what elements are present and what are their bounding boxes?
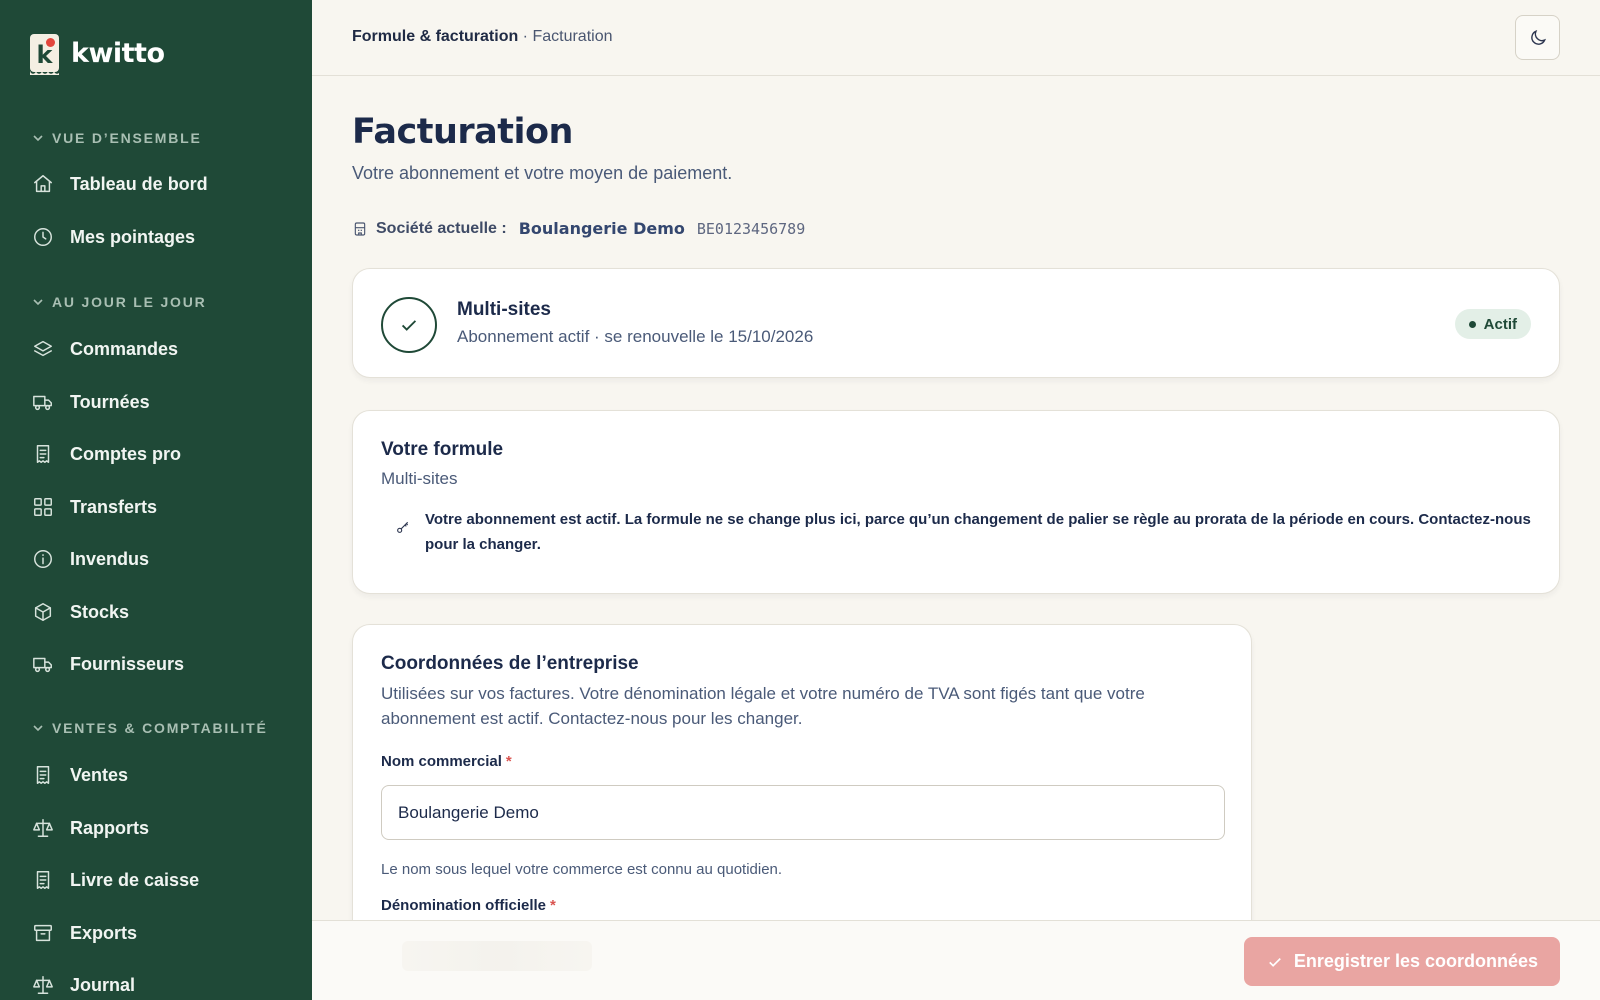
scale-icon bbox=[33, 976, 53, 994]
theme-toggle-button[interactable] bbox=[1515, 15, 1560, 60]
plan-card: Votre formule Multi-sites Votre abonneme… bbox=[352, 410, 1560, 594]
archive-icon bbox=[34, 924, 52, 942]
company-details-title: Coordonnées de l’entreprise bbox=[381, 653, 639, 674]
sidebar-item-tournees[interactable]: Tournées bbox=[32, 391, 150, 413]
save-bar: Enregistrer les coordonnées bbox=[312, 920, 1600, 1000]
status-badge: Actif bbox=[1454, 309, 1531, 339]
truck-icon bbox=[33, 657, 52, 673]
status-dot-icon bbox=[1468, 320, 1476, 328]
clock-icon bbox=[34, 228, 52, 246]
chevron-down-icon bbox=[33, 135, 43, 142]
footer-placeholder bbox=[402, 941, 592, 971]
logo-mark-icon: k bbox=[30, 34, 59, 75]
sidebar-item-mes-pointages[interactable]: Mes pointages bbox=[32, 226, 195, 248]
page-title: Facturation bbox=[352, 112, 573, 152]
check-icon bbox=[1269, 957, 1281, 967]
sidebar-item-invendus[interactable]: Invendus bbox=[32, 548, 149, 570]
sidebar-item-livre-de-caisse[interactable]: Livre de caisse bbox=[32, 869, 199, 891]
trade-name-label: Nom commercial * bbox=[381, 753, 512, 770]
page-subtitle: Votre abonnement et votre moyen de paiem… bbox=[352, 163, 733, 183]
sidebar-item-commandes[interactable]: Commandes bbox=[32, 338, 178, 360]
sidebar-item-journal[interactable]: Journal bbox=[32, 974, 135, 996]
current-company-label: Société actuelle : bbox=[376, 219, 507, 237]
subscription-status-card: Multi-sites Abonnement actif · se renouv… bbox=[352, 268, 1560, 378]
section-label-sales[interactable]: VENTES & COMPTABILITÉ bbox=[32, 720, 268, 736]
scale-icon bbox=[33, 819, 53, 837]
moon-icon bbox=[1530, 29, 1546, 45]
receipt-icon bbox=[36, 766, 50, 784]
app-logo[interactable]: k kwitto bbox=[30, 34, 165, 75]
required-mark: * bbox=[505, 753, 512, 770]
top-header: Formule & facturation · Facturation bbox=[312, 0, 1600, 76]
app-name: kwitto bbox=[71, 37, 165, 69]
chevron-down-icon bbox=[33, 299, 43, 306]
home-icon bbox=[34, 175, 52, 193]
breadcrumb: Formule & facturation · Facturation bbox=[352, 28, 613, 46]
sidebar-item-transferts[interactable]: Transferts bbox=[32, 496, 157, 518]
box-icon bbox=[34, 603, 52, 621]
check-circle-icon bbox=[381, 297, 437, 353]
sidebar-item-fournisseurs[interactable]: Fournisseurs bbox=[32, 653, 184, 675]
subscription-status-text: Abonnement actif · se renouvelle le 15/1… bbox=[457, 327, 814, 346]
trade-name-input[interactable] bbox=[381, 785, 1225, 840]
receipt-icon bbox=[36, 871, 50, 889]
plan-card-plan: Multi-sites bbox=[381, 469, 458, 488]
layers-icon bbox=[34, 340, 52, 357]
official-name-label: Dénomination officielle * bbox=[381, 897, 556, 914]
breadcrumb-parent[interactable]: Formule & facturation bbox=[352, 28, 518, 45]
receipt-icon bbox=[36, 445, 50, 463]
trade-name-help: Le nom sous lequel votre commerce est co… bbox=[381, 861, 783, 878]
truck-icon bbox=[33, 395, 52, 411]
breadcrumb-separator: · bbox=[518, 28, 533, 45]
required-mark: * bbox=[550, 897, 556, 914]
sidebar-item-rapports[interactable]: Rapports bbox=[32, 817, 149, 839]
sidebar: k kwitto VUE D’ENSEMBLE Tableau de bord … bbox=[0, 0, 312, 1000]
current-company-name: Boulangerie Demo bbox=[518, 219, 685, 238]
section-label-daily[interactable]: AU JOUR LE JOUR bbox=[32, 294, 207, 310]
current-company: Société actuelle : Boulangerie Demo BE01… bbox=[352, 219, 805, 238]
current-company-vat: BE0123456789 bbox=[696, 219, 806, 238]
save-company-details-button[interactable]: Enregistrer les coordonnées bbox=[1243, 937, 1560, 986]
plan-note: Votre abonnement est actif. La formule n… bbox=[395, 507, 1535, 557]
company-details-description: Utilisées sur vos factures. Votre dénomi… bbox=[381, 684, 1145, 728]
grid-icon bbox=[34, 498, 52, 516]
plan-note-text: Votre abonnement est actif. La formule n… bbox=[425, 511, 1531, 553]
info-icon bbox=[34, 550, 52, 568]
section-label-overview[interactable]: VUE D’ENSEMBLE bbox=[32, 130, 202, 146]
sidebar-item-ventes[interactable]: Ventes bbox=[32, 764, 128, 786]
building-icon bbox=[354, 221, 366, 236]
sidebar-item-comptes-pro[interactable]: Comptes pro bbox=[32, 443, 181, 465]
chevron-down-icon bbox=[33, 725, 43, 732]
breadcrumb-current: Facturation bbox=[532, 28, 613, 45]
key-icon bbox=[397, 521, 409, 533]
subscription-plan-name: Multi-sites bbox=[457, 299, 551, 320]
sidebar-item-tableau-de-bord[interactable]: Tableau de bord bbox=[32, 173, 208, 195]
plan-card-title: Votre formule bbox=[381, 439, 504, 460]
sidebar-item-exports[interactable]: Exports bbox=[32, 922, 137, 944]
sidebar-item-stocks[interactable]: Stocks bbox=[32, 601, 129, 623]
